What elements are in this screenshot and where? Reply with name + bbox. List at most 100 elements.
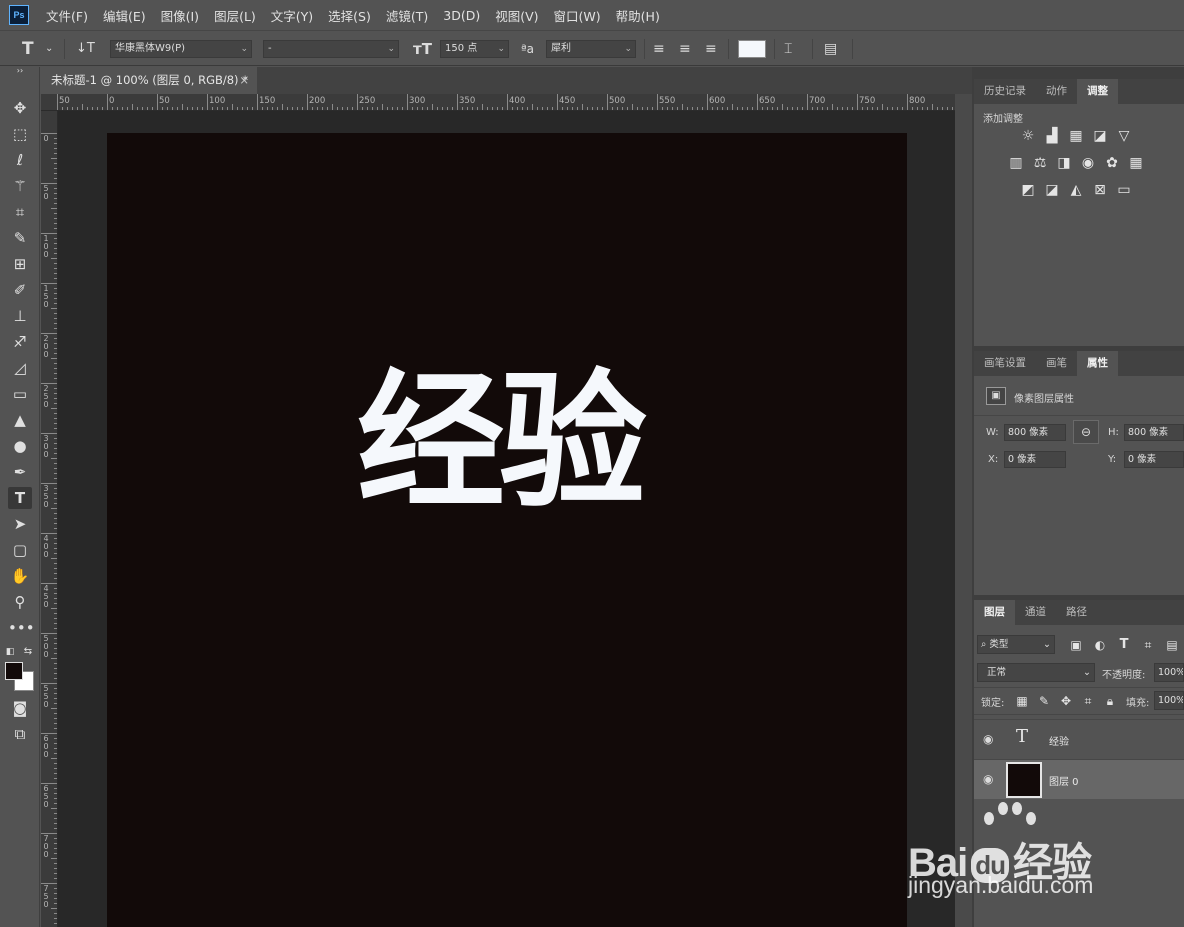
- channel-mixer-icon[interactable]: ✿: [1104, 156, 1120, 170]
- lock-artboard-icon[interactable]: ⌗: [1080, 694, 1096, 708]
- collapse-toolbar-icon[interactable]: ››: [8, 65, 32, 77]
- type-tool-preset-icon[interactable]: T: [22, 40, 34, 58]
- quick-mask-icon[interactable]: ◙: [8, 697, 32, 719]
- lock-image-icon[interactable]: ✎: [1036, 694, 1052, 708]
- menu-view[interactable]: 视图(V): [495, 6, 538, 25]
- document-tab[interactable]: 未标题-1 @ 100% (图层 0, RGB/8) * ×: [41, 67, 257, 94]
- clone-stamp-tool-icon[interactable]: ⊥: [8, 305, 32, 327]
- magic-wand-tool-icon[interactable]: ⚚: [8, 175, 32, 197]
- toggle-text-orientation-icon[interactable]: ↓T: [76, 40, 95, 58]
- posterize-icon[interactable]: ◪: [1044, 183, 1060, 197]
- tab-brush[interactable]: 画笔: [1036, 351, 1077, 376]
- hue-saturation-icon[interactable]: ▥: [1008, 156, 1024, 170]
- warp-text-icon[interactable]: ⌶: [784, 40, 792, 58]
- menu-layer[interactable]: 图层(L): [214, 6, 256, 25]
- lasso-tool-icon[interactable]: ℓ: [8, 149, 32, 171]
- filter-adjustment-icon[interactable]: ◐: [1092, 638, 1108, 652]
- opacity-field[interactable]: 100%: [1154, 663, 1184, 682]
- history-brush-tool-icon[interactable]: ♐: [8, 331, 32, 353]
- eraser-tool-icon[interactable]: ◿: [8, 357, 32, 379]
- font-family-select[interactable]: 华康黑体W9(P) ⌄: [110, 40, 252, 58]
- type-tool-icon[interactable]: T: [8, 487, 32, 509]
- pen-tool-icon[interactable]: ✒: [8, 461, 32, 483]
- curves-icon[interactable]: ▦: [1068, 129, 1084, 143]
- dodge-tool-icon[interactable]: ●: [8, 435, 32, 457]
- tab-brush-settings[interactable]: 画笔设置: [974, 351, 1036, 376]
- marquee-tool-icon[interactable]: ⬚: [8, 123, 32, 145]
- threshold-icon[interactable]: ◭: [1068, 183, 1084, 197]
- color-balance-icon[interactable]: ⚖: [1032, 156, 1048, 170]
- visibility-eye-icon[interactable]: ◉: [983, 772, 993, 786]
- levels-icon[interactable]: ▟: [1044, 129, 1060, 143]
- text-color-swatch[interactable]: [738, 40, 766, 58]
- chevron-down-icon[interactable]: ⌄: [45, 40, 53, 58]
- fill-field[interactable]: 100%: [1154, 691, 1184, 710]
- visibility-eye-icon[interactable]: ◉: [983, 732, 993, 746]
- filter-shape-icon[interactable]: ⌗: [1140, 638, 1156, 652]
- shape-tool-icon[interactable]: ▢: [8, 539, 32, 561]
- menu-file[interactable]: 文件(F): [46, 6, 88, 25]
- link-dimensions-icon[interactable]: ⊖: [1073, 420, 1099, 444]
- x-field[interactable]: 0 像素: [1004, 451, 1066, 468]
- menu-image[interactable]: 图像(I): [161, 6, 199, 25]
- close-tab-icon[interactable]: ×: [239, 67, 249, 94]
- healing-brush-tool-icon[interactable]: ⊞: [8, 253, 32, 275]
- canvas-text-layer[interactable]: 经验: [357, 321, 647, 536]
- crop-tool-icon[interactable]: ⌗: [8, 201, 32, 223]
- tab-channels[interactable]: 通道: [1015, 600, 1056, 625]
- menu-edit[interactable]: 编辑(E): [103, 6, 146, 25]
- photo-filter-icon[interactable]: ◉: [1080, 156, 1096, 170]
- filter-type-icon[interactable]: T: [1116, 638, 1132, 652]
- filter-pixel-icon[interactable]: ▣: [1068, 638, 1084, 652]
- width-field[interactable]: 800 像素: [1004, 424, 1066, 441]
- vibrance-icon[interactable]: ▽: [1116, 129, 1132, 143]
- menu-3d[interactable]: 3D(D): [443, 8, 480, 23]
- selective-color-icon[interactable]: ⊠: [1092, 183, 1108, 197]
- black-white-icon[interactable]: ◨: [1056, 156, 1072, 170]
- brightness-icon[interactable]: ☼: [1020, 129, 1036, 143]
- exposure-icon[interactable]: ◪: [1092, 129, 1108, 143]
- lock-transparent-icon[interactable]: ▦: [1014, 694, 1030, 708]
- lock-all-icon[interactable]: 🔒︎: [1102, 694, 1118, 708]
- hand-tool-icon[interactable]: ✋: [8, 565, 32, 587]
- filter-smart-object-icon[interactable]: ▤: [1164, 638, 1180, 652]
- screen-mode-icon[interactable]: ⧉: [8, 723, 32, 745]
- menu-help[interactable]: 帮助(H): [616, 6, 660, 25]
- tab-actions[interactable]: 动作: [1036, 79, 1077, 104]
- height-field[interactable]: 800 像素: [1124, 424, 1184, 441]
- layer-row[interactable]: ◉ 图层 0: [974, 759, 1184, 799]
- blur-tool-icon[interactable]: ▲: [8, 409, 32, 431]
- layer-row[interactable]: ◉ T 经验: [974, 719, 1184, 759]
- menu-select[interactable]: 选择(S): [328, 6, 371, 25]
- tab-paths[interactable]: 路径: [1056, 600, 1097, 625]
- menu-filter[interactable]: 滤镜(T): [386, 6, 428, 25]
- more-tools-icon[interactable]: •••: [8, 617, 35, 639]
- y-field[interactable]: 0 像素: [1124, 451, 1184, 468]
- gradient-map-icon[interactable]: ▭: [1116, 183, 1132, 197]
- layer-filter-select[interactable]: ⌕ 类型 ⌄: [977, 635, 1055, 654]
- font-style-select[interactable]: - ⌄: [263, 40, 399, 58]
- align-right-icon[interactable]: ≡: [705, 40, 717, 58]
- move-tool-icon[interactable]: ✥: [8, 97, 32, 119]
- path-selection-tool-icon[interactable]: ➤: [8, 513, 32, 535]
- tab-layers[interactable]: 图层: [974, 600, 1015, 625]
- font-size-select[interactable]: 150 点 ⌄: [440, 40, 509, 58]
- align-center-icon[interactable]: ≡: [679, 40, 691, 58]
- menu-type[interactable]: 文字(Y): [271, 6, 313, 25]
- color-lookup-icon[interactable]: ▦: [1128, 156, 1144, 170]
- zoom-tool-icon[interactable]: ⚲: [8, 591, 32, 613]
- invert-icon[interactable]: ◩: [1020, 183, 1036, 197]
- layer-name[interactable]: 经验: [1049, 733, 1069, 748]
- lock-position-icon[interactable]: ✥: [1058, 694, 1074, 708]
- align-left-icon[interactable]: ≡: [653, 40, 665, 58]
- character-panel-icon[interactable]: ▤: [824, 40, 837, 58]
- blend-mode-select[interactable]: 正常 ⌄: [977, 663, 1095, 682]
- document-canvas[interactable]: 经验: [107, 133, 907, 927]
- brush-tool-icon[interactable]: ✐: [8, 279, 32, 301]
- tab-properties[interactable]: 属性: [1077, 351, 1118, 376]
- layer-name[interactable]: 图层 0: [1049, 773, 1079, 788]
- default-colors-icon[interactable]: ◧: [3, 641, 17, 663]
- tab-adjustments[interactable]: 调整: [1077, 79, 1118, 104]
- swap-colors-icon[interactable]: ⇆: [21, 641, 35, 663]
- antialias-select[interactable]: 犀利 ⌄: [546, 40, 636, 58]
